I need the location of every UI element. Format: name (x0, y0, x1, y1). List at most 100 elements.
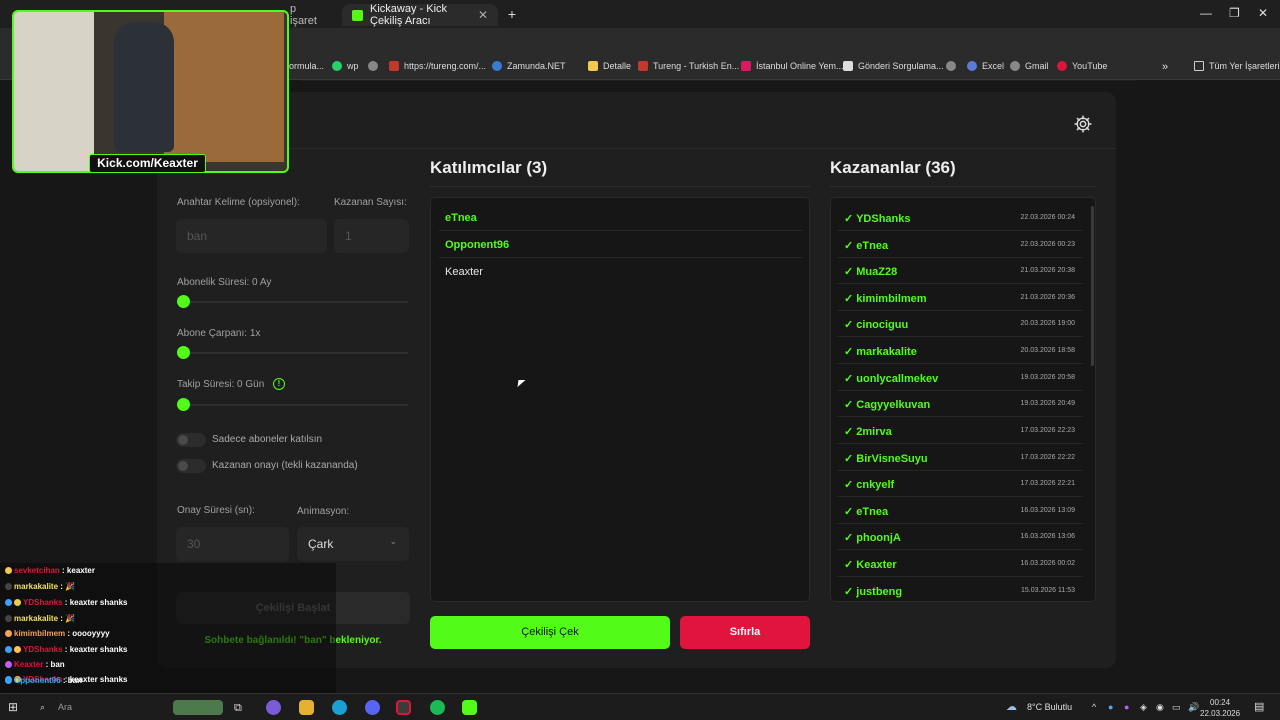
tab-kickaway[interactable]: Kickaway - Kick Çekiliş Aracı ✕ (342, 3, 498, 27)
network-icon[interactable]: ▭ (1172, 702, 1181, 713)
reset-button[interactable]: Sıfırla (680, 616, 810, 649)
keyword-label: Anahtar Kelime (opsiyonel): (177, 197, 300, 208)
webcam-overlay (12, 10, 289, 173)
webcam-person (114, 22, 174, 152)
search-icon[interactable]: ⌕ (40, 702, 45, 713)
winner-row: ✓ 2mirva 17.03.2026 22:23 (837, 417, 1083, 444)
tray-overflow-icon[interactable]: ^ (1092, 702, 1096, 712)
bookmark-item[interactable]: Gönderi Sorgulama... (843, 61, 944, 71)
sub-duration-slider[interactable] (177, 295, 190, 308)
bookmark-item[interactable]: Excel (967, 61, 1004, 71)
discord-icon[interactable] (365, 700, 380, 715)
winner-row: ✓ cnkyelf 17.03.2026 22:21 (837, 470, 1083, 497)
chrome-active-icon[interactable] (396, 700, 411, 715)
winner-row: ✓ cinociguu 20.03.2026 19:00 (837, 310, 1083, 337)
winners-count-label: Kazanan Sayısı: (334, 197, 407, 208)
file-explorer-icon[interactable] (299, 700, 314, 715)
chat-line: markakalite : 🎉 (5, 582, 75, 591)
follow-duration-slider[interactable] (177, 398, 190, 411)
volume-icon[interactable]: 🔊 (1188, 702, 1199, 713)
sub-multiplier-label: Abone Çarpanı: 1x (177, 328, 261, 339)
chat-line: YDShanks : keaxter shanks (5, 598, 128, 607)
tray-app-icon[interactable]: ◉ (1156, 702, 1164, 713)
winner-row: ✓ kimimbilmem 21.03.2026 20:36 (837, 284, 1083, 311)
winners-divider (830, 186, 1096, 187)
sub-multiplier-slider[interactable] (177, 346, 190, 359)
taskbar-widget-icon[interactable] (173, 700, 223, 715)
winner-row: ✓ phoonjA 16.03.2026 13:06 (837, 523, 1083, 550)
bookmarks-overflow-icon[interactable]: » (1162, 61, 1168, 73)
winners-list[interactable]: ✓ YDShanks 22.03.2026 00:24 ✓ eTnea 22.03.… (830, 197, 1096, 602)
close-tab-icon[interactable]: ✕ (478, 8, 488, 22)
new-tab-button[interactable]: + (503, 6, 521, 24)
draw-winner-button[interactable]: Çekilişi Çek (430, 616, 670, 649)
winner-row: ✓ eTnea 22.03.2026 00:23 (837, 231, 1083, 258)
chevron-down-icon: ⌄ (389, 536, 397, 546)
bookmark-item[interactable]: İstanbul Online Yem... (741, 61, 844, 71)
tray-app-icon[interactable]: ◈ (1140, 702, 1147, 713)
task-view-icon[interactable]: ⧉ (234, 702, 242, 715)
follow-duration-label: Takip Süresi: 0 Gün (177, 379, 265, 390)
chat-line: sevketcihan : keaxter (5, 566, 95, 575)
bookmark-item[interactable]: Zamunda.NET (492, 61, 566, 71)
winners-scrollbar[interactable] (1091, 206, 1094, 366)
winner-row: ✓ eTnea 16.03.2026 13:09 (837, 497, 1083, 524)
bookmark-item[interactable]: ormula... (289, 61, 324, 71)
tray-app-icon[interactable]: ● (1124, 702, 1129, 712)
confirm-time-label: Onay Süresi (sn): (177, 505, 255, 516)
taskbar-search-box[interactable]: Ara (58, 702, 72, 712)
winner-row: ✓ Cagyyelkuvan 19.03.2026 20:49 (837, 390, 1083, 417)
follow-duration-track (183, 404, 408, 406)
maximize-icon[interactable]: ❐ (1229, 6, 1240, 20)
bookmark-globe-icon[interactable] (946, 61, 961, 71)
chat-line: markakalite : 🎉 (5, 614, 75, 623)
winner-row: ✓ Keaxter 16.03.2026 00:02 (837, 550, 1083, 577)
winner-confirm-label: Kazanan onayı (tekli kazananda) (212, 460, 358, 471)
subs-only-label: Sadece aboneler katılsın (212, 434, 323, 445)
header-divider (157, 148, 1116, 149)
winner-row: ✓ MuaZ28 21.03.2026 20:38 (837, 257, 1083, 284)
settings-gear-icon[interactable] (1073, 114, 1093, 134)
subs-only-toggle[interactable] (176, 433, 206, 447)
edge-browser-icon[interactable] (332, 700, 347, 715)
bookmark-item[interactable]: https://tureng.com/... (389, 61, 486, 71)
winners-title: Kazananlar (36) (830, 158, 956, 177)
system-clock[interactable]: 00:24 22.03.2026 (1200, 697, 1240, 719)
bookmark-globe-icon[interactable] (368, 61, 383, 71)
copilot-icon[interactable] (266, 700, 281, 715)
close-window-icon[interactable]: ✕ (1258, 6, 1268, 20)
webcam-channel-label: Kick.com/Keaxter (89, 154, 206, 173)
bookmark-item[interactable]: Gmail (1010, 61, 1049, 71)
winner-row: ✓ YDShanks 22.03.2026 00:24 (837, 204, 1083, 231)
all-bookmarks-folder[interactable]: Tüm Yer İşaretleri (1194, 61, 1280, 71)
bookmark-item[interactable]: wp (332, 61, 359, 71)
bookmark-item[interactable]: Tureng - Turkish En... (638, 61, 739, 71)
chat-overlay: sevketcihan : keaxter markakalite : 🎉 YD… (0, 563, 336, 693)
chat-line: YDShanks : keaxter shanks (5, 645, 128, 654)
kick-app-icon[interactable] (462, 700, 477, 715)
bookmark-item[interactable]: YouTube (1057, 61, 1107, 71)
participant-row: Keaxter (445, 266, 483, 278)
cloud-weather-icon: ☁ (1006, 701, 1017, 713)
chat-line: kimimbilmem : ooooyyyy (5, 629, 110, 638)
winner-row: ✓ markakalite 20.03.2026 18:58 (837, 337, 1083, 364)
winners-count-input[interactable]: 1 (334, 219, 409, 253)
notification-icon[interactable]: ▤ (1254, 700, 1264, 713)
minimize-icon[interactable]: — (1200, 6, 1212, 20)
participants-title: Katılımcılar (3) (430, 158, 548, 177)
bookmark-item[interactable]: Detalle (588, 61, 631, 71)
winner-row: ✓ uonlycallmekev 19.03.2026 20:58 (837, 364, 1083, 391)
confirm-time-input[interactable]: 30 (176, 527, 289, 561)
winner-confirm-toggle[interactable] (176, 459, 206, 473)
keyword-input[interactable]: ban (176, 219, 327, 253)
info-icon[interactable]: ! (273, 378, 285, 390)
sub-duration-track (183, 301, 408, 303)
webcam-door (164, 12, 284, 162)
sub-duration-label: Abonelik Süresi: 0 Ay (177, 277, 272, 288)
windows-start-icon[interactable]: ⊞ (8, 700, 18, 714)
weather-text[interactable]: 8°C Bulutlu (1027, 702, 1072, 712)
animation-select[interactable]: Çark ⌄ (297, 527, 409, 561)
spotify-icon[interactable] (430, 700, 445, 715)
tab-label: Kickaway - Kick Çekiliş Aracı (370, 3, 448, 27)
tray-app-icon[interactable]: ● (1108, 702, 1113, 712)
